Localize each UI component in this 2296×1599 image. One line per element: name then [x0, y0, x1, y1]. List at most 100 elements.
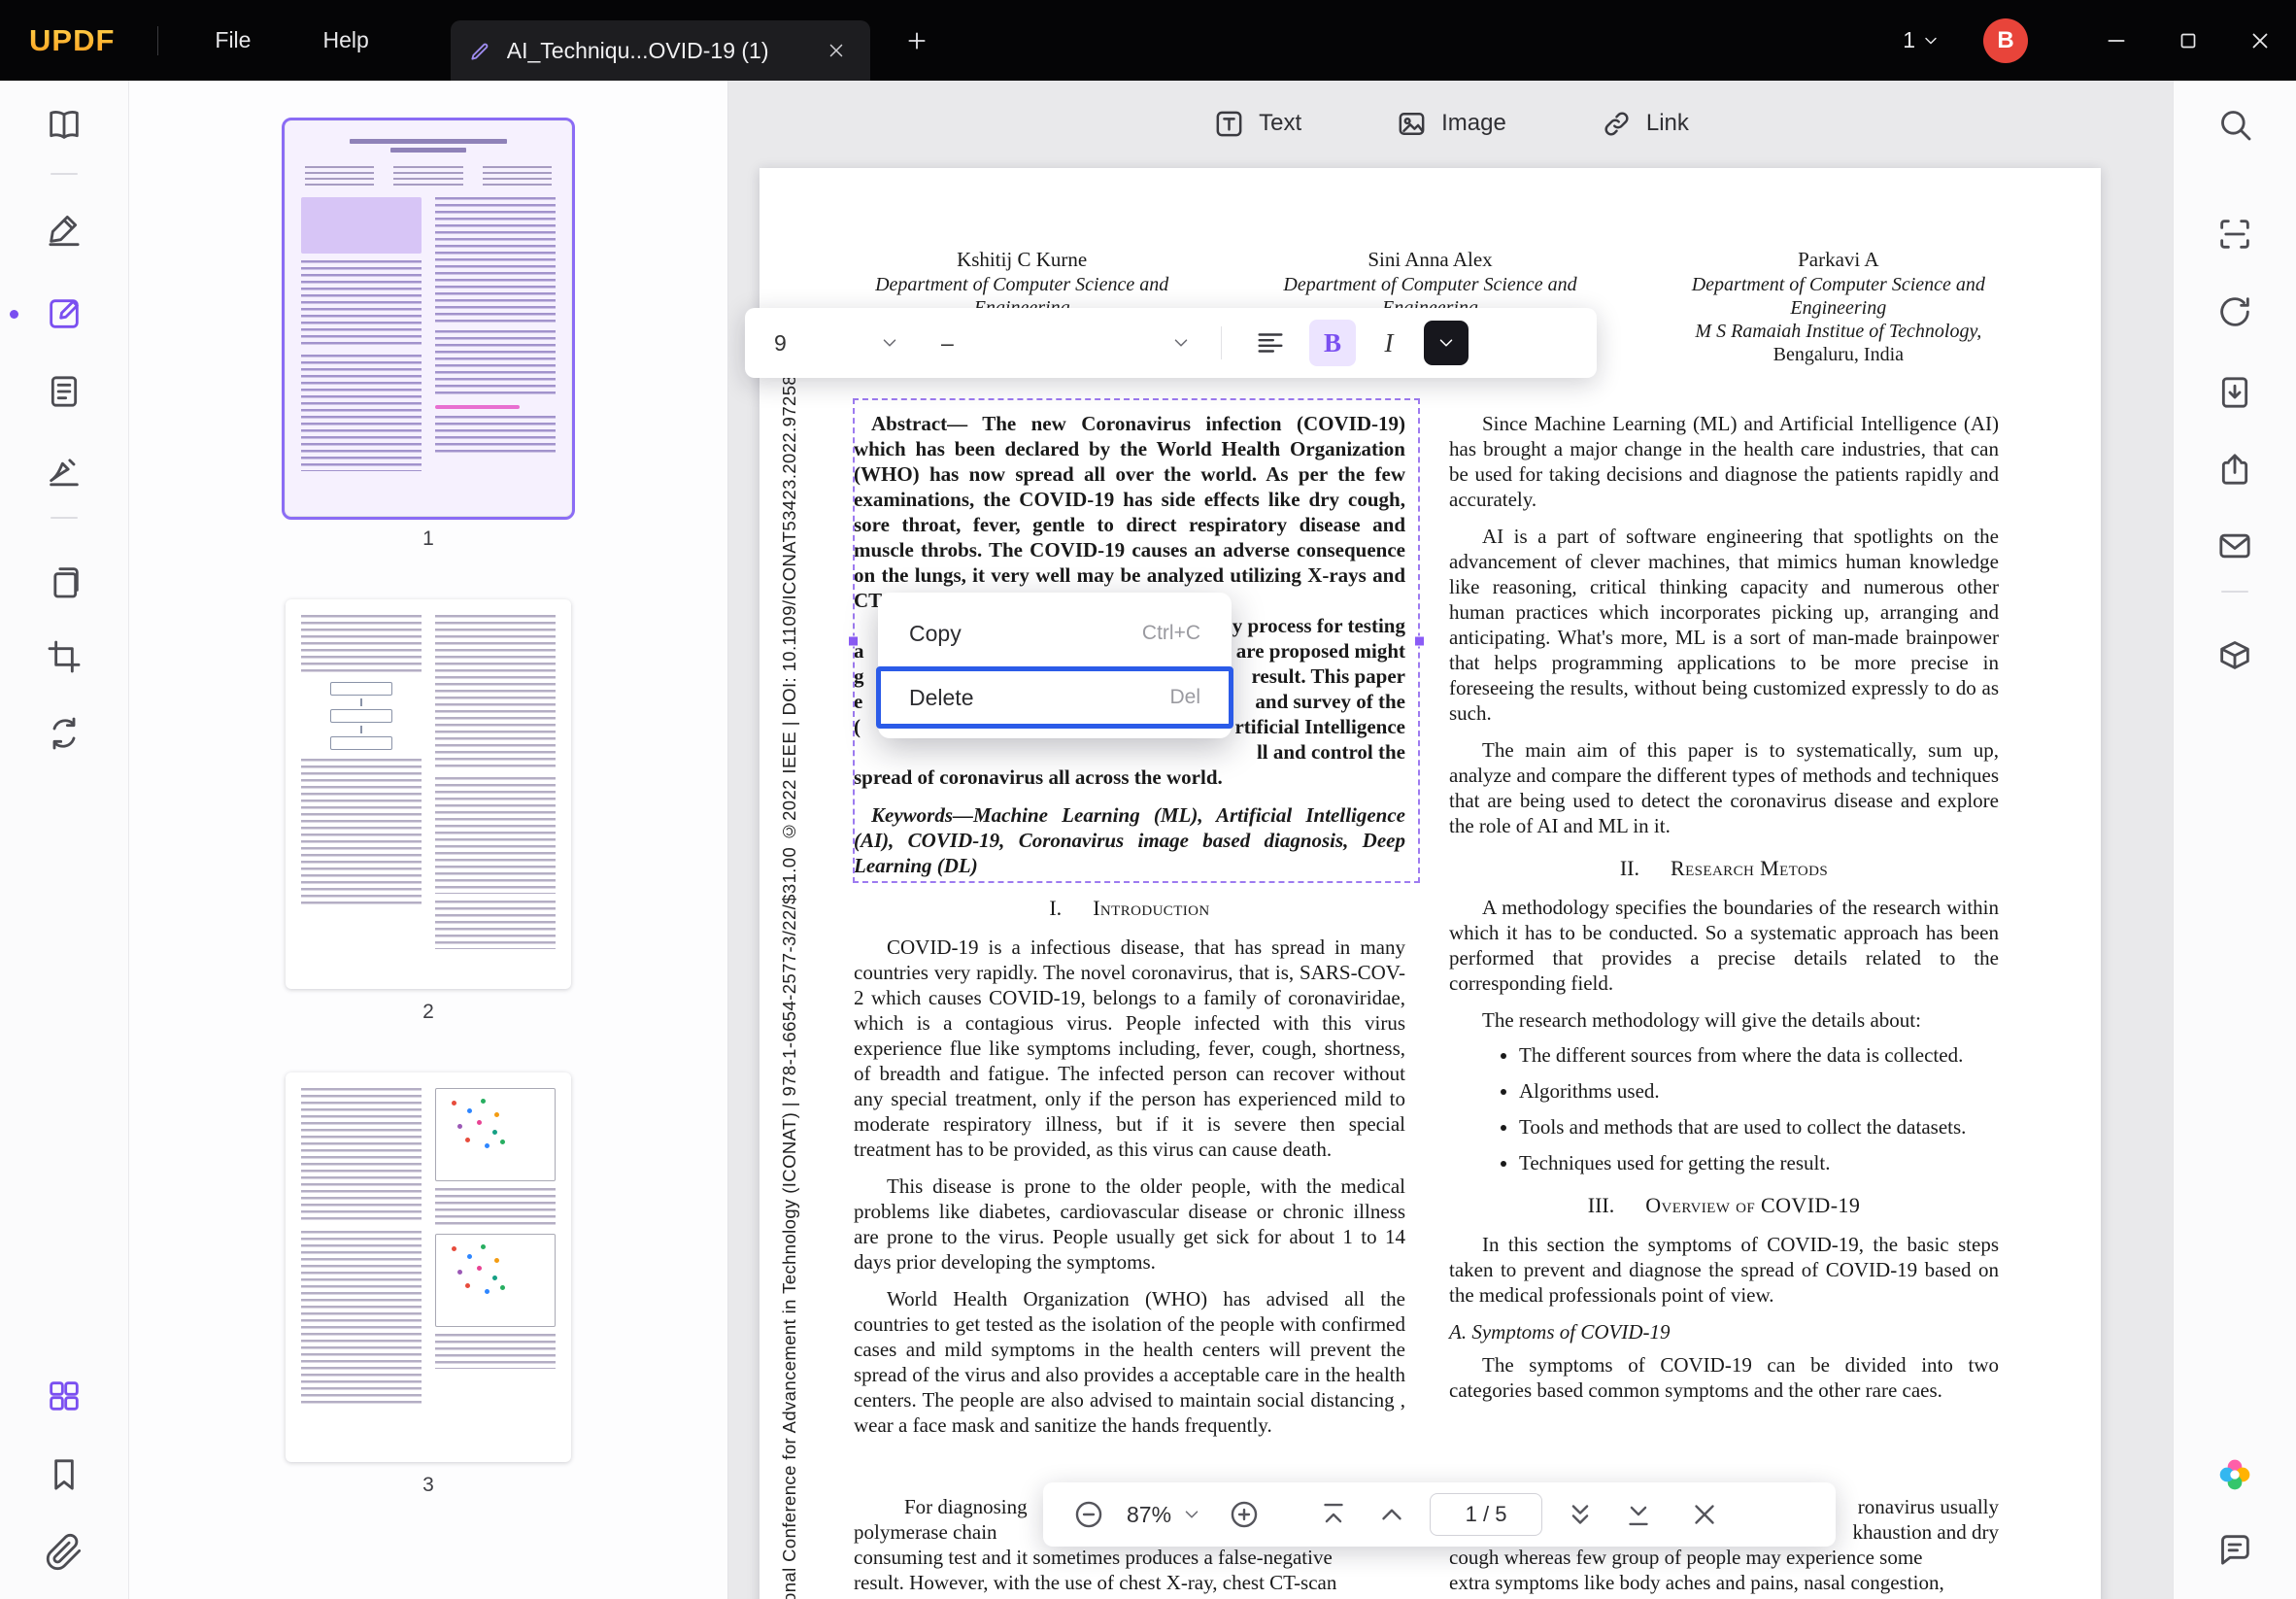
- bullet-item: Tools and methods that are used to colle…: [1519, 1114, 1999, 1140]
- bullet-item: The different sources from where the dat…: [1519, 1042, 1999, 1068]
- text-format-toolbar: 9 – B I: [745, 308, 1597, 378]
- convert-button[interactable]: [0, 714, 128, 753]
- methods-paragraph[interactable]: A methodology specifies the boundaries o…: [1449, 895, 1999, 996]
- document-tab[interactable]: AI_Techniqu...OVID-19 (1): [450, 20, 870, 81]
- context-menu-copy[interactable]: Copy Ctrl+C: [878, 602, 1232, 664]
- archive-box-button[interactable]: [2174, 635, 2296, 674]
- right-text-column[interactable]: Since Machine Learning (ML) and Artifici…: [1449, 411, 1999, 1414]
- symptoms-paragraph[interactable]: The symptoms of COVID-19 can be divided …: [1449, 1352, 1999, 1403]
- organize-pages-button[interactable]: [0, 562, 128, 601]
- ai-assistant-button[interactable]: [2174, 1455, 2296, 1494]
- pdf-page[interactable]: onal Conference for Advancement in Techn…: [760, 168, 2101, 1599]
- section-heading-introduction[interactable]: I. Introduction: [854, 896, 1405, 921]
- page-indicator[interactable]: 1 / 5: [1430, 1493, 1543, 1536]
- zoom-dropdown-chevron-icon[interactable]: [1181, 1504, 1202, 1525]
- minimize-button[interactable]: [2080, 0, 2152, 81]
- document-area: Text Image Link onal Conference for Adva…: [728, 81, 2173, 1599]
- zoom-in-button[interactable]: [1228, 1498, 1261, 1531]
- ml-paragraph-1[interactable]: Since Machine Learning (ML) and Artifici…: [1449, 411, 1999, 512]
- left-text-column[interactable]: Abstract— The new Coronavirus infection …: [854, 411, 1405, 1449]
- conference-sidebar-text[interactable]: onal Conference for Advancement in Techn…: [779, 355, 800, 1599]
- thumbnail-page-1[interactable]: [282, 118, 575, 520]
- next-pages-button[interactable]: [1564, 1498, 1597, 1531]
- text-tool-icon: [1212, 107, 1246, 141]
- bold-button[interactable]: B: [1309, 320, 1356, 366]
- intro-paragraph-2[interactable]: This disease is prone to the older peopl…: [854, 1174, 1405, 1275]
- italic-button[interactable]: I: [1366, 320, 1412, 366]
- share-button[interactable]: [2174, 450, 2296, 489]
- thumbnail-page-3[interactable]: [286, 1072, 571, 1462]
- book-open-icon: [45, 105, 84, 144]
- delete-shortcut: Del: [1169, 686, 1200, 708]
- font-size-dropdown[interactable]: 9: [774, 330, 900, 357]
- close-tab-icon[interactable]: [820, 34, 853, 67]
- menu-file[interactable]: File: [197, 17, 268, 63]
- overview-paragraph[interactable]: In this section the symptoms of COVID-19…: [1449, 1232, 1999, 1308]
- edit-toolbar: Text Image Link: [728, 81, 2173, 166]
- ocr-button[interactable]: [2174, 215, 2296, 254]
- maximize-button[interactable]: [2152, 0, 2224, 81]
- thumbnail-page-2[interactable]: [286, 599, 571, 989]
- section-heading-overview[interactable]: III. Overview of COVID-19: [1449, 1193, 1999, 1218]
- font-color-dropdown[interactable]: [1424, 321, 1469, 365]
- subsection-heading-symptoms[interactable]: A. Symptoms of COVID-19: [1449, 1319, 1999, 1344]
- search-button[interactable]: [2174, 105, 2296, 144]
- menu-help[interactable]: Help: [305, 17, 386, 63]
- ml-paragraph-2[interactable]: AI is a part of software engineering tha…: [1449, 524, 1999, 726]
- thumbnail-preview: [301, 137, 556, 500]
- reader-view-button[interactable]: [0, 105, 128, 144]
- comments-button[interactable]: [2174, 1530, 2296, 1569]
- methodology-bullet-list[interactable]: The different sources from where the dat…: [1449, 1042, 1999, 1175]
- covered-paragraph-last-line[interactable]: spread of coronavirus all across the wor…: [854, 765, 1405, 790]
- new-tab-button[interactable]: [895, 19, 938, 62]
- rotate-page-button[interactable]: [2174, 292, 2296, 331]
- extract-pages-button[interactable]: [2174, 373, 2296, 412]
- chevron-down-icon: [1921, 31, 1941, 51]
- context-menu-delete[interactable]: Delete Del: [876, 666, 1233, 729]
- bullet-item: Algorithms used.: [1519, 1078, 1999, 1104]
- go-to-first-page-button[interactable]: [1317, 1498, 1350, 1531]
- selection-handle-right[interactable]: [1414, 635, 1425, 646]
- zoom-out-button[interactable]: [1072, 1498, 1105, 1531]
- ml-paragraph-3[interactable]: The main aim of this paper is to systema…: [1449, 737, 1999, 838]
- chevron-down-icon: [1435, 332, 1457, 354]
- crop-pages-button[interactable]: [0, 637, 128, 676]
- abstract-paragraph[interactable]: Abstract— The new Coronavirus infection …: [854, 411, 1405, 613]
- window-count-dropdown[interactable]: 1: [1903, 27, 1941, 53]
- tab-pen-icon: [468, 38, 493, 63]
- methodology-lead-line[interactable]: The research methodology will give the d…: [1449, 1007, 1999, 1033]
- close-window-button[interactable]: [2224, 0, 2296, 81]
- avatar[interactable]: B: [1983, 17, 2028, 63]
- rail-divider: [2221, 591, 2248, 593]
- alignment-button[interactable]: [1247, 320, 1294, 366]
- go-to-last-page-button[interactable]: [1622, 1498, 1655, 1531]
- attachments-panel-button[interactable]: [0, 1533, 128, 1572]
- page-thumbnails-panel-button[interactable]: [0, 1377, 128, 1415]
- signature-button[interactable]: [0, 450, 128, 489]
- selection-handle-left[interactable]: [848, 635, 859, 646]
- keywords-paragraph[interactable]: Keywords—Machine Learning (ML), Artifici…: [854, 802, 1405, 878]
- marker-icon: [45, 209, 84, 248]
- page-download-icon: [2215, 373, 2254, 412]
- form-fields-button[interactable]: [0, 372, 128, 411]
- add-image-button[interactable]: Image: [1395, 107, 1506, 141]
- add-link-button[interactable]: Link: [1600, 107, 1689, 141]
- previous-page-button[interactable]: [1375, 1498, 1408, 1531]
- close-zoom-bar-button[interactable]: [1688, 1498, 1721, 1531]
- annotate-mode-button[interactable]: [0, 209, 128, 248]
- bookmarks-panel-button[interactable]: [0, 1455, 128, 1494]
- add-text-button[interactable]: Text: [1212, 107, 1301, 141]
- bookmark-icon: [45, 1455, 84, 1494]
- intro-paragraph-1[interactable]: COVID-19 is a infectious disease, that h…: [854, 935, 1405, 1162]
- share-icon: [2215, 450, 2254, 489]
- intro-paragraph-3[interactable]: World Health Organization (WHO) has advi…: [854, 1286, 1405, 1438]
- titlebar-divider: [157, 25, 159, 55]
- ai-flower-icon: [2215, 1455, 2254, 1494]
- chevron-down-icon: [1170, 332, 1192, 354]
- left-toolbar-rail: [0, 81, 129, 1599]
- search-icon: [2215, 105, 2254, 144]
- email-button[interactable]: [2174, 527, 2296, 565]
- section-heading-research-methods[interactable]: II. Research Metods: [1449, 856, 1999, 881]
- edit-pdf-mode-button[interactable]: [0, 294, 128, 333]
- font-family-dropdown[interactable]: –: [941, 330, 1192, 357]
